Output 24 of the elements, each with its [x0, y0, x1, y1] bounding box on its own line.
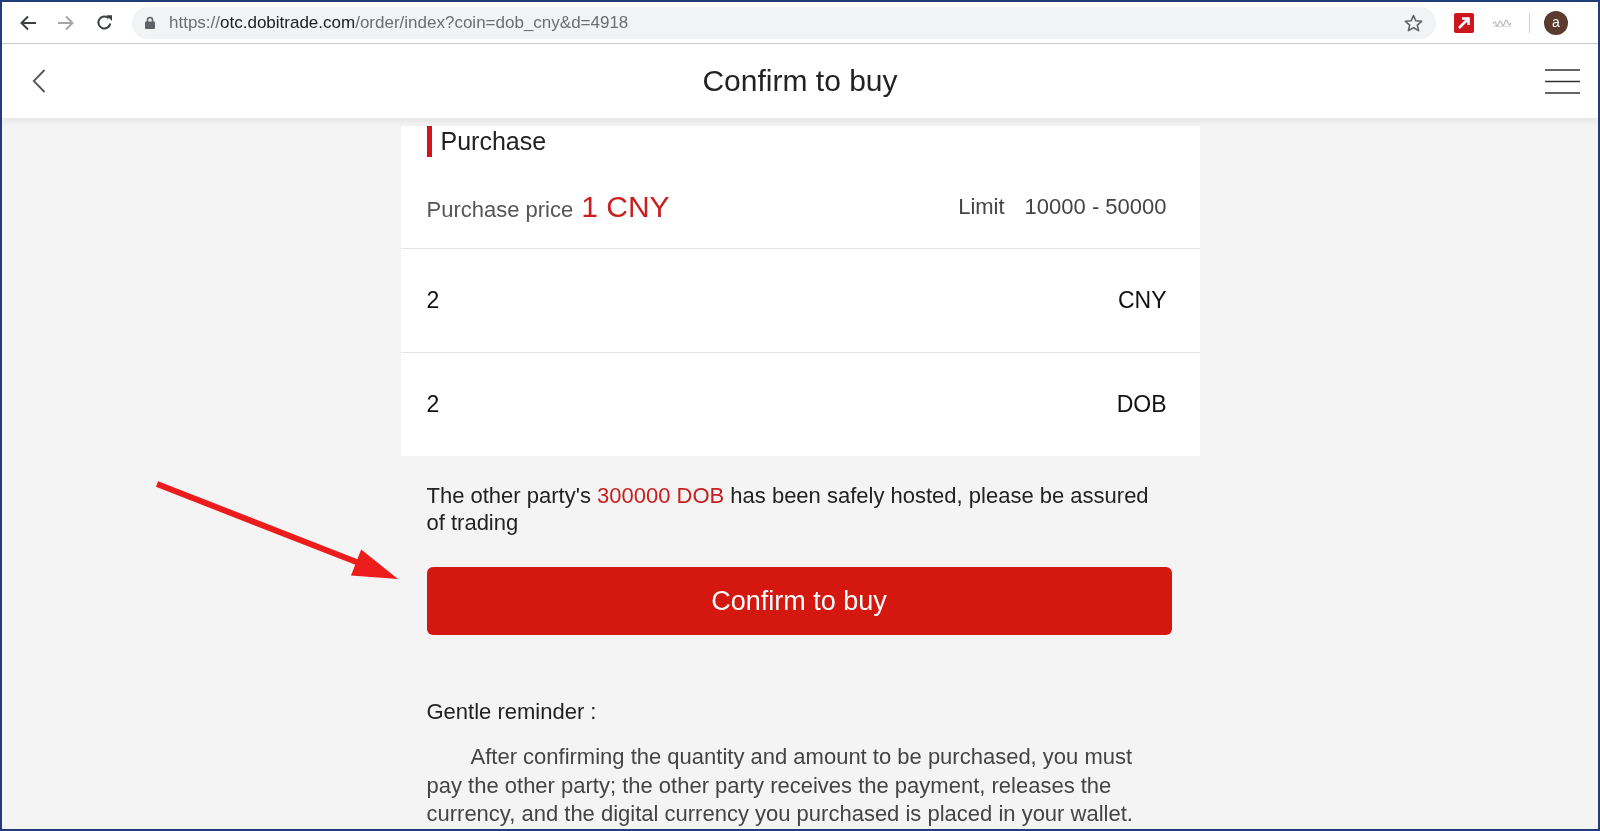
arrow-tile-icon[interactable]	[1454, 12, 1474, 33]
address-url[interactable]: https://otc.dobitrade.com/order/index?coin=dob_cny&d=4918	[169, 12, 1404, 33]
amount-input[interactable]: 2	[426, 384, 1105, 425]
lock-icon[interactable]	[145, 16, 155, 29]
limit-range: 10000 - 50000	[1024, 194, 1167, 220]
limit-label: Limit	[958, 194, 1005, 220]
reload-icon[interactable]	[96, 14, 113, 31]
hosting-notice: The other party's 300000 DOB has been safely hosted, please be assured of trading	[426, 482, 1150, 536]
star-icon[interactable]	[1404, 13, 1423, 32]
currency-unit: DOB	[1116, 391, 1167, 418]
back-arrow-icon[interactable]	[19, 14, 37, 31]
currency-unit: CNY	[1117, 287, 1167, 314]
section-title: Purchase	[426, 126, 547, 157]
amount-input[interactable]: 2	[426, 280, 1106, 321]
back-icon[interactable]	[32, 69, 46, 93]
confirm-buy-button[interactable]: Confirm to buy	[426, 567, 1172, 635]
price-value: 1 CNY	[581, 190, 670, 224]
page-title: Confirm to buy	[702, 63, 898, 99]
profile-avatar[interactable]: a	[1544, 10, 1568, 35]
price-label: Purchase price	[426, 197, 574, 223]
menu-icon[interactable]	[1545, 68, 1580, 94]
address-bar[interactable]: https://otc.dobitrade.com/order/index?coin=dob_cny&d=4918	[132, 6, 1436, 39]
reminder-title: Gentle reminder :	[426, 698, 598, 726]
reminder-text: After confirming the quantity and amount to be purchased, you must pay the other party; the other party receives the payment, releases the currency, and the digital currency you purchased is placed in your wallet.	[426, 743, 1134, 828]
